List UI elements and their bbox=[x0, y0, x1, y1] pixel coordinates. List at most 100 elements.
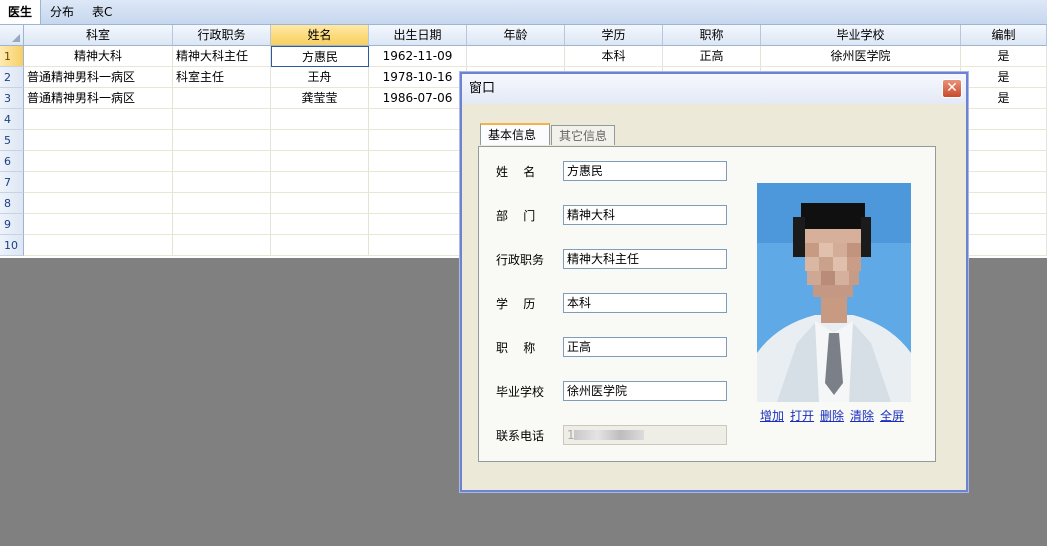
field-label-phone: 联系电话 bbox=[496, 429, 545, 443]
row-header[interactable]: 9 bbox=[0, 214, 24, 235]
table-cell[interactable] bbox=[173, 214, 271, 235]
row-header[interactable]: 5 bbox=[0, 130, 24, 151]
table-cell[interactable] bbox=[271, 130, 369, 151]
table-cell[interactable]: 王舟 bbox=[271, 67, 369, 88]
table-cell[interactable] bbox=[173, 151, 271, 172]
row-header[interactable]: 6 bbox=[0, 151, 24, 172]
field-input-department[interactable]: 精神大科 bbox=[563, 205, 727, 225]
row-header[interactable]: 3 bbox=[0, 88, 24, 109]
table-cell[interactable] bbox=[467, 46, 565, 67]
table-cell[interactable] bbox=[961, 172, 1047, 193]
table-cell[interactable] bbox=[369, 151, 467, 172]
table-cell[interactable] bbox=[369, 193, 467, 214]
field-label-education: 学 历 bbox=[496, 297, 536, 311]
table-cell[interactable]: 普通精神男科一病区 bbox=[24, 67, 173, 88]
table-cell[interactable] bbox=[24, 172, 173, 193]
table-cell[interactable]: 本科 bbox=[565, 46, 663, 67]
table-cell[interactable] bbox=[271, 214, 369, 235]
delete-photo-link[interactable]: 删除 bbox=[820, 409, 844, 423]
table-cell[interactable]: 是 bbox=[961, 67, 1047, 88]
column-header-admin-position[interactable]: 行政职务 bbox=[173, 25, 271, 46]
table-cell[interactable]: 普通精神男科一病区 bbox=[24, 88, 173, 109]
table-cell[interactable] bbox=[173, 88, 271, 109]
table-cell[interactable] bbox=[961, 130, 1047, 151]
field-input-name[interactable]: 方惠民 bbox=[563, 161, 727, 181]
table-cell[interactable] bbox=[369, 172, 467, 193]
field-input-title[interactable]: 正高 bbox=[563, 337, 727, 357]
field-label-name: 姓 名 bbox=[496, 165, 536, 179]
table-cell[interactable]: 正高 bbox=[663, 46, 761, 67]
table-cell[interactable] bbox=[369, 109, 467, 130]
table-cell[interactable] bbox=[24, 109, 173, 130]
table-cell[interactable] bbox=[24, 193, 173, 214]
field-input-education[interactable]: 本科 bbox=[563, 293, 727, 313]
table-cell[interactable] bbox=[271, 151, 369, 172]
table-cell[interactable]: 1962-11-09 bbox=[369, 46, 467, 67]
fullscreen-photo-link[interactable]: 全屏 bbox=[880, 409, 904, 423]
table-cell[interactable] bbox=[271, 109, 369, 130]
row-header[interactable]: 7 bbox=[0, 172, 24, 193]
column-header-birth-date[interactable]: 出生日期 bbox=[369, 25, 467, 46]
table-cell[interactable]: 是 bbox=[961, 46, 1047, 67]
table-cell[interactable] bbox=[961, 151, 1047, 172]
table-cell[interactable] bbox=[173, 109, 271, 130]
detail-dialog: 窗口 ✕ 基本信息 其它信息 增加 打开 删除 清除 全屏 姓 名 方惠民 部 … bbox=[460, 72, 968, 492]
table-cell[interactable]: 徐州医学院 bbox=[761, 46, 961, 67]
table-cell[interactable]: 1978-10-16 bbox=[369, 67, 467, 88]
table-cell[interactable]: 龚莹莹 bbox=[271, 88, 369, 109]
tab-basic-info[interactable]: 基本信息 bbox=[480, 123, 550, 145]
table-cell[interactable]: 是 bbox=[961, 88, 1047, 109]
row-header[interactable]: 8 bbox=[0, 193, 24, 214]
doctor-photo[interactable] bbox=[757, 183, 911, 402]
table-cell[interactable] bbox=[271, 172, 369, 193]
photo-actions: 增加 打开 删除 清除 全屏 bbox=[760, 407, 910, 424]
table-cell[interactable] bbox=[271, 193, 369, 214]
field-input-phone[interactable]: 1 bbox=[563, 425, 727, 445]
open-photo-link[interactable]: 打开 bbox=[790, 409, 814, 423]
table-cell[interactable]: 精神大科主任 bbox=[173, 46, 271, 67]
table-cell[interactable] bbox=[369, 235, 467, 256]
table-cell[interactable] bbox=[173, 172, 271, 193]
column-header-department[interactable]: 科室 bbox=[24, 25, 173, 46]
table-cell[interactable]: 科室主任 bbox=[173, 67, 271, 88]
column-header-staffing[interactable]: 编制 bbox=[961, 25, 1047, 46]
column-header-title[interactable]: 职称 bbox=[663, 25, 761, 46]
table-cell[interactable] bbox=[961, 214, 1047, 235]
table-cell[interactable] bbox=[961, 109, 1047, 130]
sheet-tab-doctors[interactable]: 医生 bbox=[0, 0, 42, 24]
column-header-age[interactable]: 年龄 bbox=[467, 25, 565, 46]
table-cell[interactable] bbox=[173, 130, 271, 151]
column-header-graduate-school[interactable]: 毕业学校 bbox=[761, 25, 961, 46]
add-photo-link[interactable]: 增加 bbox=[760, 409, 784, 423]
table-cell[interactable] bbox=[369, 130, 467, 151]
close-icon[interactable]: ✕ bbox=[942, 79, 962, 98]
table-cell[interactable] bbox=[369, 214, 467, 235]
field-input-admin-position[interactable]: 精神大科主任 bbox=[563, 249, 727, 269]
sheet-tab-distribution[interactable]: 分布 bbox=[42, 0, 82, 24]
table-cell[interactable] bbox=[24, 151, 173, 172]
table-cell[interactable]: 精神大科 bbox=[24, 46, 173, 67]
table-cell[interactable] bbox=[271, 235, 369, 256]
column-header-education[interactable]: 学历 bbox=[565, 25, 663, 46]
table-cell[interactable] bbox=[173, 193, 271, 214]
field-label-graduate-school: 毕业学校 bbox=[496, 385, 545, 399]
row-header[interactable]: 4 bbox=[0, 109, 24, 130]
table-cell[interactable] bbox=[961, 235, 1047, 256]
row-header[interactable]: 10 bbox=[0, 235, 24, 256]
select-all-corner[interactable] bbox=[0, 25, 24, 46]
row-header[interactable]: 2 bbox=[0, 67, 24, 88]
table-cell[interactable] bbox=[173, 235, 271, 256]
table-cell[interactable] bbox=[24, 214, 173, 235]
tab-other-info[interactable]: 其它信息 bbox=[551, 125, 615, 145]
sheet-tab-table-c[interactable]: 表C bbox=[84, 0, 120, 24]
row-header[interactable]: 1 bbox=[0, 46, 24, 67]
table-cell[interactable] bbox=[24, 130, 173, 151]
sheet-tab-bar: 医生 分布 表C bbox=[0, 0, 1047, 25]
clear-photo-link[interactable]: 清除 bbox=[850, 409, 874, 423]
column-header-name[interactable]: 姓名 bbox=[271, 25, 369, 46]
table-cell[interactable]: 方惠民 bbox=[271, 46, 369, 67]
table-cell[interactable]: 1986-07-06 bbox=[369, 88, 467, 109]
field-input-graduate-school[interactable]: 徐州医学院 bbox=[563, 381, 727, 401]
table-cell[interactable] bbox=[24, 235, 173, 256]
table-cell[interactable] bbox=[961, 193, 1047, 214]
